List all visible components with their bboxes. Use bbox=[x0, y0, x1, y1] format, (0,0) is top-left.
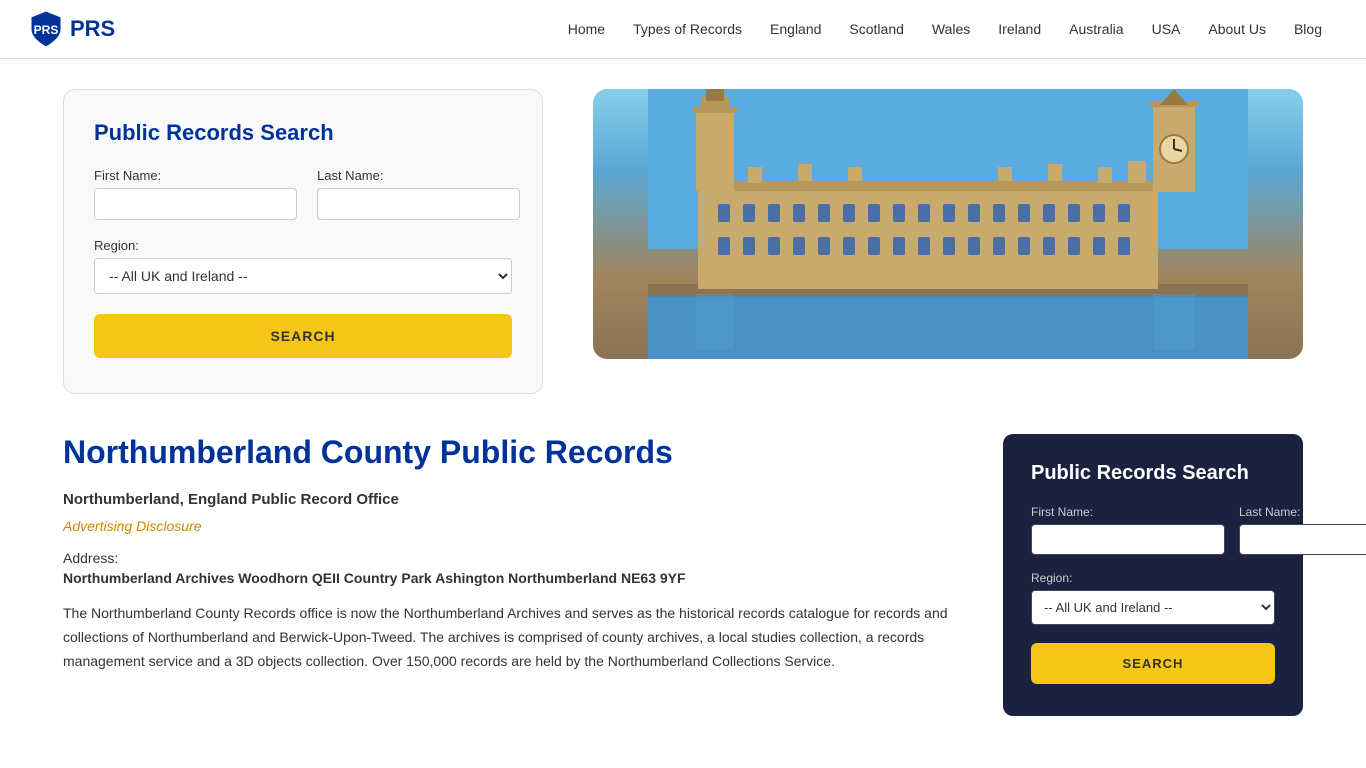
logo-link[interactable]: PRS PRS bbox=[30, 10, 115, 48]
address-label: Address: bbox=[63, 550, 963, 566]
article-subtitle: Northumberland, England Public Record Of… bbox=[63, 491, 963, 508]
sidebar-search-title: Public Records Search bbox=[1031, 462, 1275, 485]
region-label: Region: bbox=[94, 238, 512, 253]
article-title: Northumberland County Public Records bbox=[63, 434, 963, 471]
logo-text: PRS bbox=[70, 16, 115, 42]
region-select[interactable]: -- All UK and Ireland -- England Scotlan… bbox=[94, 258, 512, 294]
hero-image bbox=[593, 89, 1303, 359]
main-nav: PRS PRS Home Types of Records England Sc… bbox=[0, 0, 1366, 59]
advertising-disclosure[interactable]: Advertising Disclosure bbox=[63, 518, 963, 534]
last-name-input[interactable] bbox=[317, 188, 520, 220]
svg-text:PRS: PRS bbox=[34, 23, 59, 37]
article-body: The Northumberland County Records office… bbox=[63, 602, 963, 673]
bottom-section: Northumberland County Public Records Nor… bbox=[63, 434, 1303, 716]
search-card-title: Public Records Search bbox=[94, 120, 512, 146]
search-button[interactable]: SEARCH bbox=[94, 314, 512, 358]
nav-about-us[interactable]: About Us bbox=[1194, 13, 1280, 45]
sidebar-last-name-group: Last Name: bbox=[1239, 505, 1366, 555]
sidebar-first-name-group: First Name: bbox=[1031, 505, 1225, 555]
main-content: Public Records Search First Name: Last N… bbox=[33, 59, 1333, 716]
nav-australia[interactable]: Australia bbox=[1055, 13, 1137, 45]
article: Northumberland County Public Records Nor… bbox=[63, 434, 963, 673]
sidebar-region-group: Region: -- All UK and Ireland -- England… bbox=[1031, 571, 1275, 625]
search-card: Public Records Search First Name: Last N… bbox=[63, 89, 543, 394]
sidebar-last-name-label: Last Name: bbox=[1239, 505, 1366, 519]
nav-england[interactable]: England bbox=[756, 13, 835, 45]
last-name-group: Last Name: bbox=[317, 168, 520, 220]
nav-ireland[interactable]: Ireland bbox=[984, 13, 1055, 45]
top-section: Public Records Search First Name: Last N… bbox=[63, 89, 1303, 394]
sidebar-region-label: Region: bbox=[1031, 571, 1275, 585]
nav-links: Home Types of Records England Scotland W… bbox=[554, 13, 1336, 45]
nav-types-of-records[interactable]: Types of Records bbox=[619, 13, 756, 45]
first-name-input[interactable] bbox=[94, 188, 297, 220]
nav-home[interactable]: Home bbox=[554, 13, 619, 45]
nav-scotland[interactable]: Scotland bbox=[835, 13, 917, 45]
sidebar-search-button[interactable]: SEARCH bbox=[1031, 643, 1275, 684]
logo-icon: PRS bbox=[30, 10, 62, 48]
sidebar-region-select[interactable]: -- All UK and Ireland -- England Scotlan… bbox=[1031, 590, 1275, 625]
sidebar-first-name-input[interactable] bbox=[1031, 524, 1225, 555]
sidebar-first-name-label: First Name: bbox=[1031, 505, 1225, 519]
search-form-row: First Name: Last Name: bbox=[94, 168, 512, 220]
sidebar-search-card: Public Records Search First Name: Last N… bbox=[1003, 434, 1303, 716]
nav-blog[interactable]: Blog bbox=[1280, 13, 1336, 45]
nav-wales[interactable]: Wales bbox=[918, 13, 984, 45]
last-name-label: Last Name: bbox=[317, 168, 520, 183]
sidebar-form-row: First Name: Last Name: bbox=[1031, 505, 1275, 555]
region-group: Region: -- All UK and Ireland -- England… bbox=[94, 238, 512, 294]
parliament-illustration bbox=[593, 89, 1303, 359]
sidebar-last-name-input[interactable] bbox=[1239, 524, 1366, 555]
first-name-label: First Name: bbox=[94, 168, 297, 183]
first-name-group: First Name: bbox=[94, 168, 297, 220]
address-value: Northumberland Archives Woodhorn QEII Co… bbox=[63, 570, 963, 586]
nav-usa[interactable]: USA bbox=[1138, 13, 1195, 45]
